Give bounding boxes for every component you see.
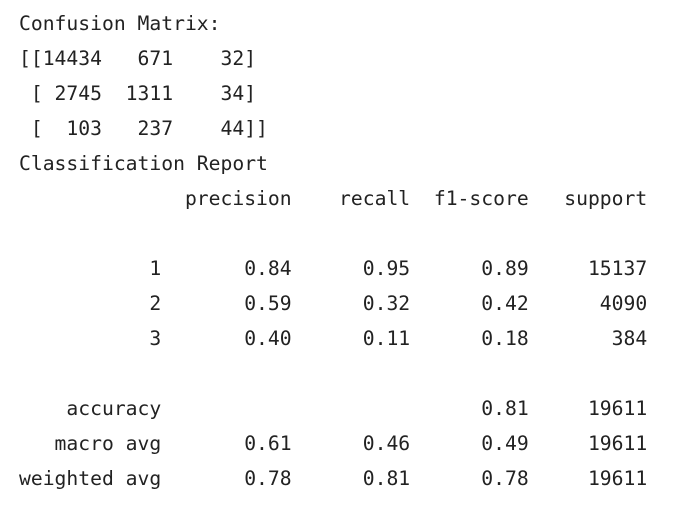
report-macro-avg-row: macro avg 0.61 0.46 0.49 19611 <box>19 432 648 455</box>
classification-report-title: Classification Report <box>19 152 268 175</box>
report-class-row: 1 0.84 0.95 0.89 15137 <box>19 257 648 280</box>
report-accuracy-row: accuracy 0.81 19611 <box>19 397 648 420</box>
confusion-matrix-row: [ 103 237 44]] <box>19 117 268 140</box>
report-class-row: 2 0.59 0.32 0.42 4090 <box>19 292 648 315</box>
console-output: Confusion Matrix: [[14434 671 32] [ 2745 … <box>19 6 647 496</box>
report-header-row: precision recall f1-score support <box>19 187 648 210</box>
confusion-matrix-row: [ 2745 1311 34] <box>19 82 257 105</box>
report-weighted-avg-row: weighted avg 0.78 0.81 0.78 19611 <box>19 467 648 490</box>
confusion-matrix-title: Confusion Matrix: <box>19 12 221 35</box>
report-class-row: 3 0.40 0.11 0.18 384 <box>19 327 648 350</box>
confusion-matrix-row: [[14434 671 32] <box>19 47 257 70</box>
